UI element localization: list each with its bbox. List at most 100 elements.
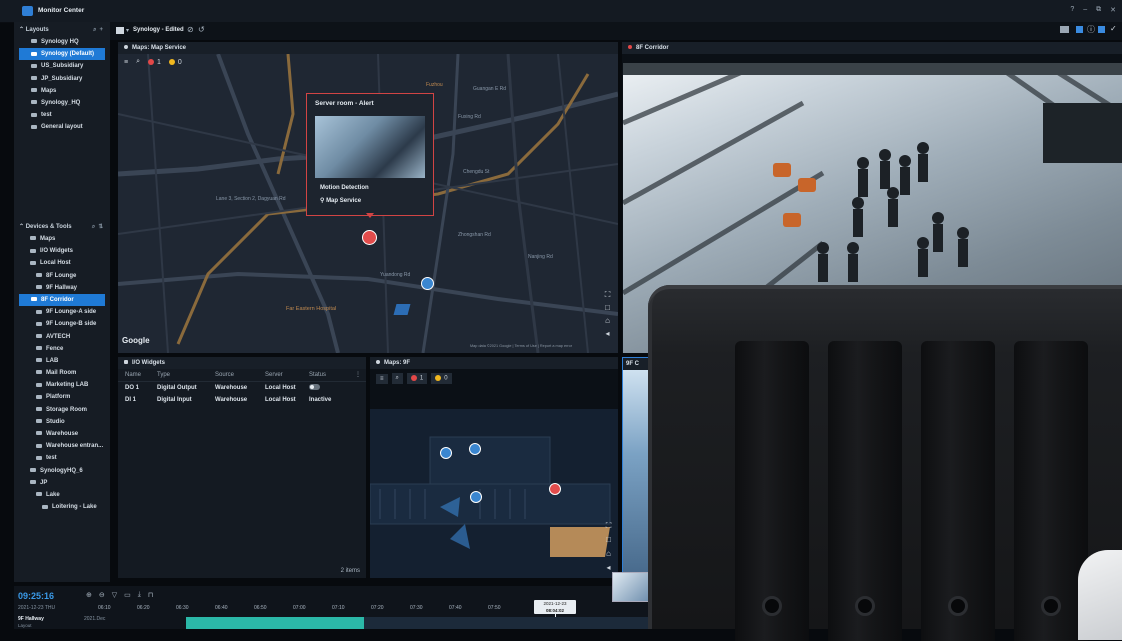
yellow-alert-count[interactable]: 0 [431, 373, 452, 384]
device-item[interactable]: Fence [14, 343, 110, 355]
fit-screen-icon[interactable]: ⛶ [602, 289, 613, 300]
device-item[interactable]: SynologyHQ_6 [14, 465, 110, 477]
layout-item[interactable]: Maps [14, 85, 110, 97]
zoom-out-icon[interactable]: ⊖ [99, 591, 105, 599]
column-header[interactable]: Name [118, 369, 157, 381]
device-item[interactable]: Lake [14, 489, 110, 501]
device-item[interactable]: Maps [14, 233, 110, 245]
column-header[interactable]: Server [265, 369, 309, 381]
device-item[interactable]: 8F Corridor [19, 293, 105, 307]
device-item[interactable]: Loitering - Lake [14, 501, 110, 513]
red-alert-count[interactable]: 1 [406, 373, 428, 384]
device-item[interactable]: test [14, 452, 110, 464]
preview-thumbnail[interactable] [612, 572, 650, 602]
layout-item[interactable]: test [14, 109, 110, 121]
save-icon[interactable]: ⊘ [187, 25, 194, 34]
floor-map-header: Maps: 9F [370, 357, 618, 369]
info-icon[interactable]: ⓘ [1087, 24, 1095, 35]
close-button[interactable]: ✕ [1110, 6, 1116, 14]
bookmark-icon[interactable]: ⊓ [148, 591, 153, 599]
layout-item[interactable]: General layout [14, 121, 110, 133]
device-item[interactable]: Warehouse entran... [14, 440, 110, 452]
device-item[interactable]: 9F Hallway [14, 282, 110, 294]
device-item[interactable]: JP [14, 477, 110, 489]
filter-icon[interactable]: ≡ [124, 59, 128, 66]
layout-item[interactable]: Synology_HQ [14, 97, 110, 109]
help-button[interactable]: ? [1070, 6, 1074, 14]
device-item[interactable]: AVTECH [14, 331, 110, 343]
device-item[interactable]: Platform [14, 391, 110, 403]
camera-marker-icon[interactable] [440, 447, 452, 459]
camera-icon [36, 346, 42, 351]
calendar-icon[interactable]: ▭ [124, 591, 131, 599]
map-attribution[interactable]: Map data ©2021 Google | Terms of Use | R… [470, 344, 572, 348]
search-icon[interactable]: ⌕ [391, 373, 403, 384]
chevron-down-icon[interactable]: ▾ [126, 27, 129, 34]
search-icon[interactable]: ⌕ [136, 58, 140, 66]
minimize-button[interactable]: – [1083, 6, 1087, 14]
device-item[interactable]: 9F Lounge-B side [14, 318, 110, 330]
camera-marker-icon[interactable] [421, 277, 434, 290]
camera-marker-icon[interactable] [469, 443, 481, 455]
device-item[interactable]: Marketing LAB [14, 379, 110, 391]
layout-item[interactable]: JP_Subsidiary [14, 73, 110, 85]
download-icon[interactable]: ⤓ [138, 591, 141, 599]
filter-icon[interactable]: ≡ [376, 373, 388, 384]
alert-camera-marker-icon[interactable] [549, 483, 561, 495]
alert-snapshot[interactable] [315, 116, 425, 178]
camera-marker-icon[interactable] [470, 491, 482, 503]
undo-icon[interactable]: ↺ [198, 25, 205, 34]
home-icon[interactable]: ⌂ [603, 548, 614, 559]
camera-icon [36, 455, 42, 460]
device-label: Mail Room [46, 370, 77, 377]
device-label: Lake [46, 491, 60, 498]
layouts-section-header[interactable]: ⌃ Layouts ⌕+ [14, 24, 110, 36]
table-row[interactable]: DO 1 Digital Output Warehouse Local Host [118, 382, 366, 394]
yellow-alert-count[interactable]: 0 [168, 59, 182, 66]
device-item[interactable]: 9F Lounge-A side [14, 306, 110, 318]
drive-latch-icon [1041, 596, 1061, 616]
layout-grid-icon[interactable] [116, 27, 124, 34]
table-row[interactable]: DI 1 Digital Input Warehouse Local Host … [118, 394, 366, 406]
device-item[interactable]: Mail Room [14, 367, 110, 379]
device-item[interactable]: Storage Room [14, 404, 110, 416]
maximize-button[interactable]: ⧉ [1096, 6, 1101, 14]
device-item[interactable]: Studio [14, 416, 110, 428]
home-icon[interactable]: ⌂ [602, 315, 613, 326]
floor-plan[interactable] [370, 409, 618, 578]
recording-segment[interactable] [186, 617, 364, 629]
device-item[interactable]: 8F Lounge [14, 270, 110, 282]
tick-label: 06:40 [215, 605, 228, 611]
timeline-ruler[interactable]: 06:10 06:20 06:30 06:40 06:50 07:00 07:10 07:20… [98, 605, 568, 613]
layout-item[interactable]: Synology (Default) [19, 48, 105, 61]
alert-popup[interactable]: Server room - Alert Motion Detection ⚲ M… [306, 93, 434, 216]
check-icon[interactable]: ✓ [1110, 24, 1117, 33]
fullscreen-icon[interactable]: □ [602, 302, 613, 313]
screen-icon[interactable] [1060, 26, 1069, 33]
device-item[interactable]: Local Host [14, 257, 110, 269]
device-item[interactable]: I/O Widgets [14, 245, 110, 257]
device-item[interactable]: LAB [14, 355, 110, 367]
filter-icon[interactable]: ▽ [112, 591, 117, 599]
red-alert-count[interactable]: 1 [148, 59, 161, 66]
column-header[interactable]: Status [309, 369, 353, 381]
device-item[interactable]: Warehouse [14, 428, 110, 440]
devices-section-header[interactable]: ⌃ Devices & Tools ⌕⇅ [14, 221, 110, 233]
devices-tools[interactable]: ⌕⇅ [92, 221, 106, 233]
zoom-in-icon[interactable]: ⊕ [86, 591, 92, 599]
layout-item[interactable]: US_Subsidiary [14, 60, 110, 72]
output-toggle[interactable] [309, 382, 353, 394]
column-menu-icon[interactable]: ⋮ [355, 369, 366, 381]
alert-camera-marker-icon[interactable] [362, 230, 377, 245]
collapse-icon[interactable]: ◂ [602, 328, 613, 339]
alert-panel-icon[interactable] [1076, 26, 1083, 33]
layouts-tools[interactable]: ⌕+ [93, 24, 106, 36]
timeline-track[interactable] [364, 617, 648, 629]
calendar-icon[interactable] [1098, 26, 1105, 33]
column-header[interactable]: Type [157, 369, 215, 381]
column-header[interactable]: Source [215, 369, 265, 381]
fit-screen-icon[interactable]: ⛶ [603, 520, 614, 531]
fullscreen-icon[interactable]: □ [603, 534, 614, 545]
cell-status: Inactive [309, 397, 332, 403]
layout-item[interactable]: Synology HQ [14, 36, 110, 48]
